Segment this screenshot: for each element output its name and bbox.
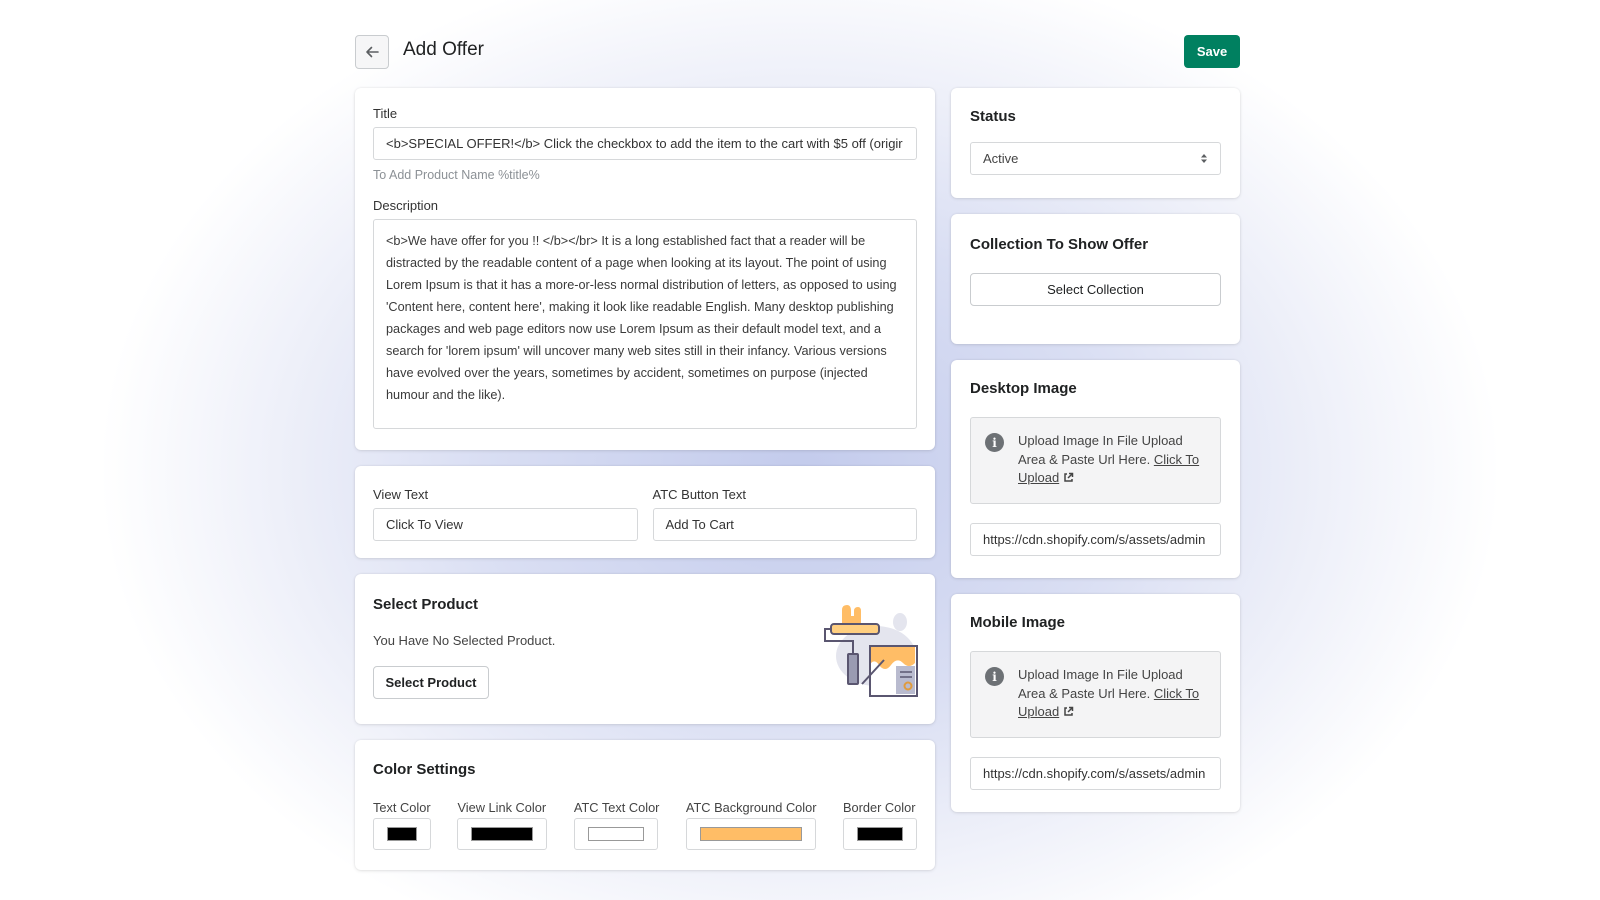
border-color-swatch bbox=[856, 827, 903, 841]
atc-background-color-label: ATC Background Color bbox=[685, 800, 817, 815]
view-text-input[interactable]: Click To View bbox=[373, 508, 638, 541]
back-button[interactable] bbox=[355, 35, 389, 69]
info-icon: i bbox=[985, 667, 1004, 686]
text-color-swatch bbox=[387, 827, 417, 841]
title-input[interactable]: <b>SPECIAL OFFER!</b> Click the checkbox… bbox=[373, 127, 917, 160]
button-text-card: View Text Click To View ATC Button Text … bbox=[355, 466, 935, 558]
save-button[interactable]: Save bbox=[1184, 35, 1240, 68]
title-help-text: To Add Product Name %title% bbox=[373, 168, 540, 182]
title-label: Title bbox=[373, 106, 398, 121]
color-pickers-row: Text Color View Link Color ATC Text Colo… bbox=[373, 800, 917, 850]
atc-text-color-swatch-button[interactable] bbox=[573, 818, 658, 850]
view-link-color-swatch-button[interactable] bbox=[457, 818, 548, 850]
external-link-icon[interactable] bbox=[1063, 472, 1074, 483]
atc-background-color-swatch bbox=[699, 827, 802, 841]
view-text-label: View Text bbox=[373, 487, 429, 502]
status-selected-value: Active bbox=[983, 151, 1019, 166]
collection-card: Collection To Show Offer Select Collecti… bbox=[951, 214, 1240, 344]
atc-background-color-swatch-button[interactable] bbox=[685, 818, 816, 850]
select-collection-button[interactable]: Select Collection bbox=[970, 273, 1221, 306]
atc-background-color-picker: ATC Background Color bbox=[685, 800, 817, 850]
select-arrows-icon bbox=[1201, 154, 1207, 163]
desktop-upload-notice-text: Upload Image In File Upload Area & Paste… bbox=[1018, 432, 1206, 489]
atc-text-color-picker: ATC Text Color bbox=[573, 800, 660, 850]
mobile-image-title: Mobile Image bbox=[970, 614, 1066, 631]
border-color-picker: Border Color bbox=[842, 800, 917, 850]
atc-button-text-input[interactable]: Add To Cart bbox=[652, 508, 917, 541]
mobile-upload-notice: i Upload Image In File Upload Area & Pas… bbox=[970, 651, 1221, 738]
color-settings-title: Color Settings bbox=[373, 761, 476, 778]
status-select[interactable]: Active bbox=[970, 142, 1221, 175]
border-color-swatch-button[interactable] bbox=[842, 818, 917, 850]
border-color-label: Border Color bbox=[842, 800, 916, 815]
paint-roller-illustration bbox=[824, 605, 918, 697]
atc-button-text-label: ATC Button Text bbox=[652, 487, 746, 502]
status-card: Status Active bbox=[951, 88, 1240, 198]
text-color-swatch-button[interactable] bbox=[373, 818, 431, 850]
status-title: Status bbox=[970, 108, 1016, 125]
collection-title: Collection To Show Offer bbox=[970, 236, 1149, 253]
text-color-label: Text Color bbox=[373, 800, 431, 815]
page-title: Add Offer bbox=[403, 39, 484, 60]
select-product-button[interactable]: Select Product bbox=[373, 666, 489, 699]
external-link-icon[interactable] bbox=[1063, 706, 1074, 717]
offer-details-card: Title <b>SPECIAL OFFER!</b> Click the ch… bbox=[355, 88, 935, 450]
color-settings-card: Color Settings Text Color View Link Colo… bbox=[355, 740, 935, 870]
view-link-color-label: View Link Color bbox=[457, 800, 547, 815]
mobile-upload-notice-text: Upload Image In File Upload Area & Paste… bbox=[1018, 666, 1206, 723]
description-label: Description bbox=[373, 198, 439, 213]
desktop-upload-notice: i Upload Image In File Upload Area & Pas… bbox=[970, 417, 1221, 504]
atc-text-color-swatch bbox=[587, 827, 644, 841]
desktop-image-url-input[interactable]: https://cdn.shopify.com/s/assets/admin bbox=[970, 523, 1221, 556]
view-link-color-swatch bbox=[471, 827, 534, 841]
description-textarea[interactable]: <b>We have offer for you !! </b></br> It… bbox=[373, 219, 917, 429]
desktop-image-title: Desktop Image bbox=[970, 380, 1077, 397]
page-header: Add Offer Save bbox=[355, 35, 1240, 69]
arrow-left-icon bbox=[366, 46, 379, 58]
select-product-card: Select Product You Have No Selected Prod… bbox=[355, 574, 935, 724]
info-icon: i bbox=[985, 433, 1004, 452]
desktop-image-card: Desktop Image i Upload Image In File Upl… bbox=[951, 360, 1240, 578]
atc-text-color-label: ATC Text Color bbox=[573, 800, 660, 815]
view-link-color-picker: View Link Color bbox=[457, 800, 548, 850]
mobile-image-card: Mobile Image i Upload Image In File Uplo… bbox=[951, 594, 1240, 812]
mobile-image-url-input[interactable]: https://cdn.shopify.com/s/assets/admin bbox=[970, 757, 1221, 790]
text-color-picker: Text Color bbox=[373, 800, 431, 850]
